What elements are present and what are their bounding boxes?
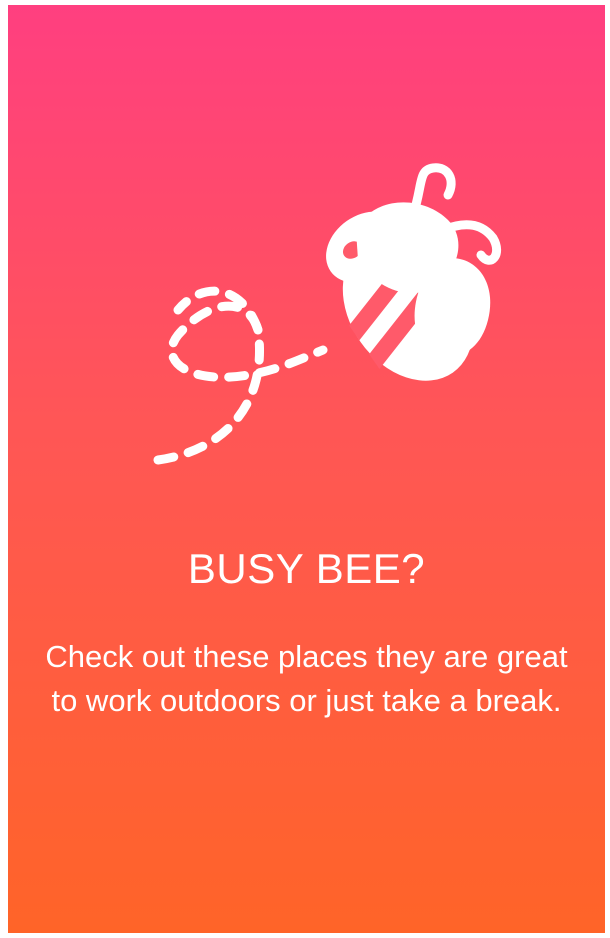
page-description: Check out these places they are great to…	[45, 639, 568, 718]
onboarding-card: BUSY BEE? Check out these places they ar…	[8, 5, 605, 933]
bee-icon	[153, 163, 502, 465]
page-title: BUSY BEE?	[187, 545, 426, 592]
